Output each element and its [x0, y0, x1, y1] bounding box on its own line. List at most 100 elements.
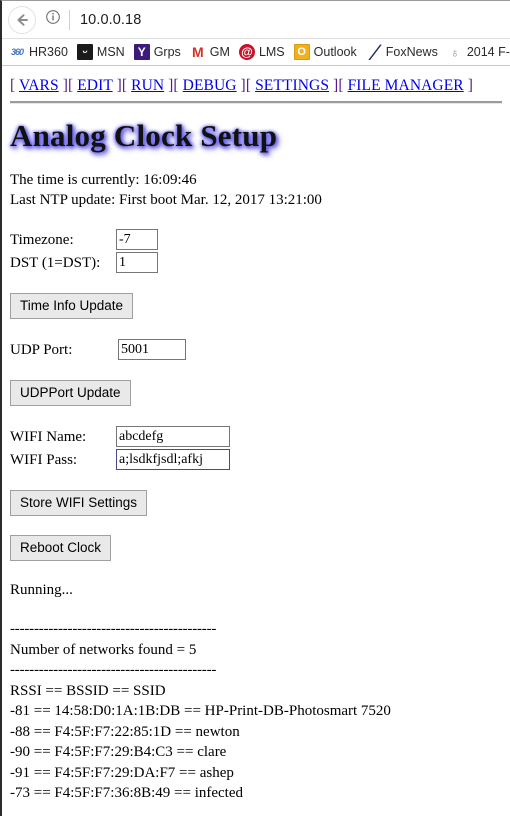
nav-divider [10, 101, 502, 104]
wifi-pass-label: WIFI Pass: [10, 451, 78, 468]
nav-item-vars[interactable]: [ VARS ] [10, 77, 68, 94]
udp-port-form: UDP Port: UDPPort Update [10, 338, 502, 406]
wifi-settings-form: WIFI Name: WIFI Pass: Store WIFI Setting… [10, 425, 502, 516]
outlook-favicon: O [293, 44, 310, 60]
nav-link-run[interactable]: RUN [131, 77, 164, 94]
bookmark-label: HR360 [29, 45, 68, 59]
globe-favicon: ♁ [449, 44, 460, 60]
timezone-row: Timezone: [10, 228, 502, 251]
dst-label: DST (1=DST): [10, 254, 101, 271]
nav-link-edit[interactable]: EDIT [77, 77, 112, 94]
bookmark-gm[interactable]: M GM [190, 44, 230, 60]
browser-window: 10.0.0.18 360 HR360 ᵕ MSN Y Grps M GM @ … [0, 0, 510, 816]
page-title: Analog Clock Setup [10, 118, 278, 153]
udp-port-row: UDP Port: [10, 338, 502, 361]
store-wifi-settings-button[interactable]: Store WIFI Settings [10, 490, 148, 516]
udp-port-label: UDP Port: [10, 341, 73, 358]
reboot-clock-button[interactable]: Reboot Clock [10, 535, 112, 561]
bookmark-msn[interactable]: ᵕ MSN [76, 44, 125, 60]
back-button[interactable] [8, 5, 36, 34]
network-count-line: Number of networks found = 5 [10, 641, 197, 658]
wifi-pass-row: WIFI Pass: [10, 448, 502, 471]
timezone-label: Timezone: [10, 231, 74, 248]
bracket-open: [ [10, 77, 16, 94]
scan-divider-top: ----------------------------------------… [10, 621, 217, 637]
nav-link-settings[interactable]: SETTINGS [255, 77, 329, 94]
nav-item-run[interactable]: [ RUN ] [122, 77, 174, 94]
nav-item-edit[interactable]: [ EDIT ] [68, 77, 122, 94]
bookmark-lms[interactable]: @ LMS [238, 44, 285, 60]
info-circle-icon [45, 9, 61, 30]
wifi-pass-input[interactable] [116, 449, 230, 470]
dst-input[interactable] [116, 252, 158, 273]
network-row: -73 == F4:5F:F7:36:8B:49 == infected [10, 785, 244, 801]
url-input[interactable]: 10.0.0.18 [80, 12, 510, 28]
lms-favicon: @ [238, 44, 255, 60]
bracket-open: [ [173, 77, 179, 94]
nav-link-debug[interactable]: DEBUG [183, 77, 237, 94]
dst-row: DST (1=DST): [10, 251, 502, 274]
page-viewport: [ VARS ][ EDIT ][ RUN ][ DEBUG ][ SETTIN… [2, 66, 510, 816]
bookmark-hr360[interactable]: 360 HR360 [9, 44, 68, 60]
bookmark-2014-f-150[interactable]: ♁ 2014 F-150 [447, 44, 510, 60]
scan-divider-bottom: ----------------------------------------… [10, 662, 217, 678]
nav-item-settings[interactable]: [ SETTINGS ] [246, 77, 339, 94]
browser-toolbar: 10.0.0.18 [2, 1, 510, 39]
bookmark-label: GM [209, 45, 230, 59]
bookmark-label: 2014 F-150 [466, 45, 510, 59]
time-info-form: Timezone: DST (1=DST): Time Info Update [10, 228, 502, 319]
bookmark-grps[interactable]: Y Grps [133, 44, 181, 60]
nav-link-vars[interactable]: VARS [19, 77, 59, 94]
network-scan-results: ----------------------------------------… [10, 619, 502, 804]
time-status-block: The time is currently: 16:09:46 Last NTP… [10, 170, 502, 210]
bookmark-label: Grps [153, 45, 181, 59]
msn-favicon: ᵕ [76, 44, 93, 60]
bookmark-foxnews[interactable]: ╱ FoxNews [365, 44, 438, 60]
site-info-button[interactable] [42, 9, 64, 31]
nav-item-debug[interactable]: [ DEBUG ] [173, 77, 245, 94]
running-status: Running... [10, 582, 73, 598]
bookmarks-bar: 360 HR360 ᵕ MSN Y Grps M GM @ LMS O Outl… [2, 39, 510, 66]
nav-item-file-manager[interactable]: [ FILE MANAGER ] [338, 77, 473, 94]
network-row: -90 == F4:5F:F7:29:B4:C3 == clare [10, 744, 227, 760]
hr360-favicon: 360 [10, 46, 24, 57]
udp-port-input[interactable] [118, 339, 186, 360]
bookmark-outlook[interactable]: O Outlook [293, 44, 357, 60]
bracket-open: [ [338, 77, 344, 94]
time-info-update-button[interactable]: Time Info Update [10, 293, 134, 319]
wifi-name-label: WIFI Name: [10, 428, 87, 445]
back-arrow-icon [14, 12, 30, 28]
current-time-line: The time is currently: 16:09:46 [10, 172, 197, 188]
foxnews-favicon: ╱ [365, 44, 382, 60]
wifi-name-input[interactable] [116, 426, 230, 447]
wifi-name-row: WIFI Name: [10, 425, 502, 448]
scan-header-line: RSSI == BSSID == SSID [10, 682, 166, 699]
last-ntp-update-line: Last NTP update: First boot Mar. 12, 201… [10, 192, 322, 208]
bracket-close: ] [467, 77, 473, 94]
bracket-open: [ [245, 77, 252, 94]
bookmark-label: LMS [258, 45, 285, 59]
timezone-input[interactable] [116, 229, 158, 250]
bookmark-label: MSN [96, 45, 125, 59]
network-row: -81 == 14:58:D0:1A:1B:DB == HP-Print-DB-… [10, 703, 391, 719]
bookmark-label: FoxNews [385, 45, 438, 59]
bookmark-label: Outlook [313, 45, 357, 59]
network-row: -88 == F4:5F:F7:22:85:1D == newton [10, 723, 240, 740]
bracket-open: [ [67, 77, 74, 94]
url-separator [69, 9, 70, 30]
network-row: -91 == F4:5F:F7:29:DA:F7 == ashep [10, 764, 234, 781]
udp-port-update-button[interactable]: UDPPort Update [10, 380, 131, 406]
nav-link-file-manager[interactable]: FILE MANAGER [348, 77, 464, 94]
yahoo-favicon: Y [133, 44, 150, 60]
gmail-favicon: M [191, 44, 204, 60]
page-nav-links: [ VARS ][ EDIT ][ RUN ][ DEBUG ][ SETTIN… [10, 76, 502, 96]
bracket-open: [ [121, 77, 128, 94]
